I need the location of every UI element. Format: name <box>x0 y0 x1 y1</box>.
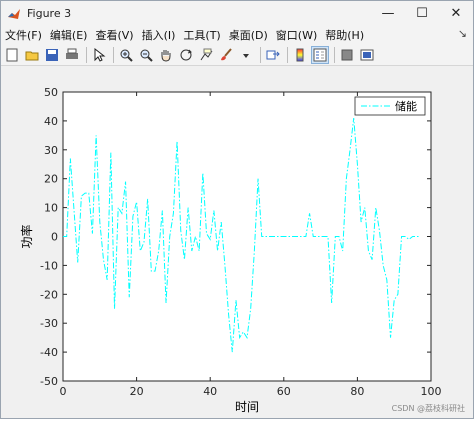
edit-plot-pointer-icon[interactable] <box>90 46 108 64</box>
toolbar-separator <box>287 46 288 63</box>
zoom-in-icon[interactable] <box>117 46 135 64</box>
matlab-logo-icon <box>7 6 21 20</box>
legend[interactable]: 储能 <box>354 96 426 116</box>
y-tick-label: -20 <box>40 288 58 301</box>
x-tick-label: 60 <box>277 385 291 398</box>
save-icon[interactable] <box>43 46 61 64</box>
window-title: Figure 3 <box>27 6 72 20</box>
y-tick-label: -10 <box>40 259 58 272</box>
menu-window[interactable]: 窗口(W) <box>272 27 321 43</box>
zoom-out-icon[interactable] <box>137 46 155 64</box>
x-tick-label: 0 <box>60 385 67 398</box>
figure-window: Figure 3 — ☐ ✕ 文件(F) 编辑(E) 查看(V) 插入(I) 工… <box>0 0 474 419</box>
open-file-icon[interactable] <box>23 46 41 64</box>
y-tick-label: 40 <box>44 115 58 128</box>
toolbar-separator <box>86 46 87 63</box>
show-plot-tools-icon[interactable] <box>358 46 376 64</box>
y-tick-label: -40 <box>40 346 58 359</box>
y-tick-label: 50 <box>44 86 58 99</box>
y-tick-label: 10 <box>44 202 58 215</box>
dock-arrow-icon[interactable]: ↘ <box>458 27 467 40</box>
minimize-button[interactable]: — <box>371 1 405 25</box>
y-tick-label: -50 <box>40 375 58 388</box>
title-bar: Figure 3 — ☐ ✕ <box>1 1 473 25</box>
brush-icon[interactable] <box>217 46 235 64</box>
menu-insert[interactable]: 插入(I) <box>138 27 180 43</box>
y-tick-label: -30 <box>40 317 58 330</box>
toolbar-separator <box>113 46 114 63</box>
menu-view[interactable]: 查看(V) <box>91 27 137 43</box>
hide-plot-tools-icon[interactable] <box>338 46 356 64</box>
print-icon[interactable] <box>63 46 81 64</box>
x-axis-label: 时间 <box>235 400 259 414</box>
menu-edit[interactable]: 编辑(E) <box>46 27 92 43</box>
x-tick-label: 80 <box>350 385 364 398</box>
figure-toolbar <box>1 44 473 66</box>
y-tick-label: 20 <box>44 173 58 186</box>
new-figure-icon[interactable] <box>3 46 21 64</box>
menu-desktop[interactable]: 桌面(D) <box>225 27 272 43</box>
figure-canvas[interactable]: 0 20 40 60 80 100 -50 -40 -30 -20 -10 0 10 20 30 40 50 储… <box>1 67 473 418</box>
y-tick-label: 0 <box>51 231 58 244</box>
x-tick-label: 100 <box>421 385 442 398</box>
menu-file[interactable]: 文件(F) <box>1 27 46 43</box>
legend-label: 储能 <box>395 99 417 113</box>
maximize-button[interactable]: ☐ <box>405 1 439 25</box>
plot-svg[interactable]: 0 20 40 60 80 100 -50 -40 -30 -20 -10 0 10 20 30 40 50 储… <box>1 67 473 418</box>
brush-dropdown-icon[interactable] <box>237 46 255 64</box>
menu-bar: 文件(F) 编辑(E) 查看(V) 插入(I) 工具(T) 桌面(D) 窗口(W… <box>1 25 473 44</box>
rotate-3d-icon[interactable] <box>177 46 195 64</box>
pan-hand-icon[interactable] <box>157 46 175 64</box>
insert-colorbar-icon[interactable] <box>291 46 309 64</box>
data-cursor-icon[interactable] <box>197 46 215 64</box>
menu-tools[interactable]: 工具(T) <box>179 27 224 43</box>
toolbar-separator <box>334 46 335 63</box>
insert-legend-icon[interactable] <box>311 45 329 64</box>
y-axis-label: 功率 <box>19 224 34 248</box>
close-button[interactable]: ✕ <box>439 1 473 25</box>
menu-help[interactable]: 帮助(H) <box>321 27 368 43</box>
x-tick-label: 40 <box>203 385 217 398</box>
x-tick-label: 20 <box>130 385 144 398</box>
y-tick-label: 30 <box>44 144 58 157</box>
link-plot-icon[interactable] <box>264 46 282 64</box>
watermark: CSDN @荔枝科研社 <box>391 404 465 413</box>
toolbar-separator <box>260 46 261 63</box>
